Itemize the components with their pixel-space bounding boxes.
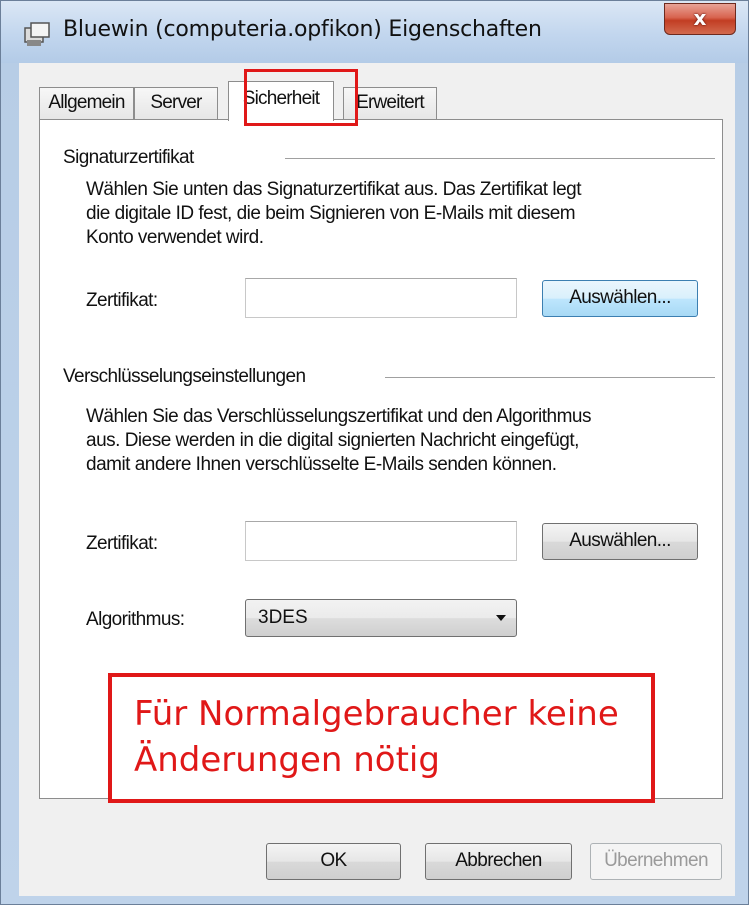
algorithm-select[interactable]: 3DES (245, 599, 517, 637)
properties-dialog: Bluewin (computeria.opfikon) Eigenschaft… (0, 0, 749, 905)
signing-description: Wählen Sie unten das Signaturzertifikat … (86, 178, 581, 250)
window-title: Bluewin (computeria.opfikon) Eigenschaft… (63, 17, 542, 42)
signing-description-line: Wählen Sie unten das Signaturzertifikat … (86, 179, 581, 200)
signing-description-line: die digitale ID fest, die beim Signieren… (86, 203, 576, 224)
signing-group-divider (285, 158, 715, 159)
close-button[interactable]: x (664, 3, 736, 35)
chevron-down-icon (496, 615, 506, 621)
encryption-group-label: Verschlüsselungseinstellungen (63, 366, 306, 387)
encryption-description-line: aus. Diese werden in die digital signier… (86, 430, 579, 451)
encryption-group-divider (385, 377, 715, 378)
account-icon (24, 22, 50, 46)
signing-group-label: Signaturzertifikat (63, 147, 194, 168)
annotation-line: Änderungen nötig (134, 740, 440, 780)
encryption-description: Wählen Sie das Verschlüsselungszertifika… (86, 405, 591, 477)
tab-server[interactable]: Server (134, 87, 218, 119)
algorithm-label: Algorithmus: (86, 609, 185, 630)
apply-button[interactable]: Übernehmen (590, 843, 722, 880)
cancel-button[interactable]: Abbrechen (425, 843, 572, 880)
signing-cert-label: Zertifikat: (86, 290, 158, 311)
ok-button[interactable]: OK (266, 843, 401, 880)
tab-allgemein[interactable]: Allgemein (39, 87, 134, 119)
signing-cert-field[interactable] (245, 278, 517, 318)
encryption-description-line: damit andere Ihnen verschlüsselte E-Mail… (86, 454, 557, 475)
annotation-note: Für Normalgebraucher keine Änderungen nö… (108, 673, 655, 803)
encryption-cert-label: Zertifikat: (86, 533, 158, 554)
annotation-line: Für Normalgebraucher keine (134, 694, 619, 734)
signing-choose-button[interactable]: Auswählen... (542, 280, 698, 317)
title-bar[interactable]: Bluewin (computeria.opfikon) Eigenschaft… (1, 1, 748, 63)
sicherheit-tab-highlight (244, 69, 358, 126)
signing-description-line: Konto verwendet wird. (86, 227, 264, 248)
algorithm-selected-value: 3DES (258, 607, 308, 628)
encryption-description-line: Wählen Sie das Verschlüsselungszertifika… (86, 406, 591, 427)
encryption-choose-button[interactable]: Auswählen... (542, 523, 698, 560)
encryption-cert-field[interactable] (245, 521, 517, 561)
